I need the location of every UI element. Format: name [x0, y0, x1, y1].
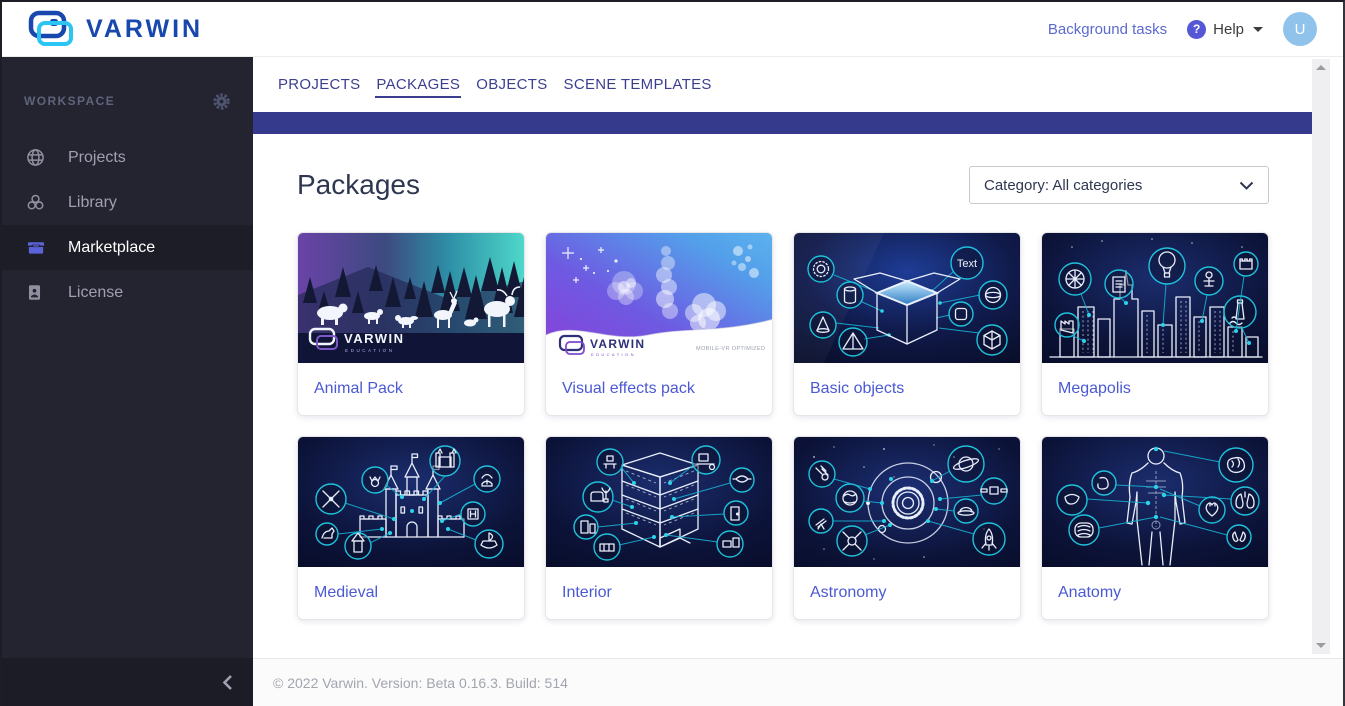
- caret-down-icon: [1253, 27, 1263, 32]
- sidebar-collapse-button[interactable]: [222, 674, 233, 691]
- tab-bar: PROJECTS PACKAGES OBJECTS SCENE TEMPLATE…: [253, 57, 1343, 112]
- tab-packages[interactable]: PACKAGES: [375, 71, 461, 98]
- workspace-label: WORKSPACE: [24, 94, 115, 108]
- tab-objects[interactable]: OBJECTS: [475, 71, 548, 98]
- package-title: Astronomy: [794, 567, 1020, 619]
- package-title: Animal Pack: [298, 363, 524, 415]
- help-label: Help: [1213, 21, 1244, 38]
- library-icon: [26, 193, 46, 212]
- varwin-logo-icon: [28, 10, 74, 48]
- chevron-down-icon: [1239, 181, 1254, 190]
- globe-icon: [26, 148, 46, 167]
- scrollbar[interactable]: [1312, 59, 1330, 654]
- license-icon: [26, 283, 46, 302]
- sidebar-item-projects[interactable]: Projects: [2, 135, 253, 180]
- medieval-illustration: [298, 437, 525, 567]
- card-overlay-text: Text: [957, 258, 977, 270]
- sidebar: WORKSPACE: [2, 57, 253, 706]
- megapolis-illustration: [1042, 233, 1269, 363]
- help-icon: ?: [1187, 20, 1206, 39]
- package-card-animal-pack[interactable]: VARWIN EDUCATION Animal Pack: [297, 232, 525, 416]
- marketplace-icon: [26, 238, 46, 257]
- package-title: Medieval: [298, 567, 524, 619]
- interior-illustration: [546, 437, 773, 567]
- card-overlay-logo: VARWIN: [344, 331, 405, 346]
- sidebar-item-label: Library: [68, 194, 117, 212]
- package-title: Anatomy: [1042, 567, 1268, 619]
- page-title: Packages: [297, 169, 420, 201]
- sidebar-item-label: License: [68, 284, 123, 302]
- package-title: Megapolis: [1042, 363, 1268, 415]
- package-card-anatomy[interactable]: Anatomy: [1041, 436, 1269, 620]
- app-window: VARWIN Background tasks ? Help U WORKSPA…: [2, 2, 1343, 706]
- package-card-astronomy[interactable]: Astronomy: [793, 436, 1021, 620]
- package-grid: VARWIN EDUCATION Animal Pack: [297, 232, 1343, 620]
- sidebar-menu: Projects Library: [2, 135, 253, 315]
- workspace-section-header: WORKSPACE: [2, 83, 253, 119]
- sidebar-item-marketplace[interactable]: Marketplace: [2, 225, 253, 270]
- anatomy-illustration: [1042, 437, 1269, 567]
- animal-pack-illustration: VARWIN EDUCATION: [298, 233, 525, 363]
- astronomy-illustration: [794, 437, 1021, 567]
- card-overlay-badge: MOBILE-VR OPTIMIZED: [696, 346, 765, 352]
- top-header: VARWIN Background tasks ? Help U: [2, 2, 1343, 57]
- logo-text: VARWIN: [86, 15, 203, 44]
- accent-banner: [253, 112, 1313, 134]
- help-menu[interactable]: ? Help: [1187, 20, 1263, 39]
- package-card-basic-objects[interactable]: Text Basic objects: [793, 232, 1021, 416]
- package-card-visual-effects[interactable]: VARWIN EDUCATION MOBILE-VR OPTIMIZED Vis…: [545, 232, 773, 416]
- sidebar-footer: [2, 658, 253, 706]
- card-overlay-logo: VARWIN: [590, 337, 645, 351]
- header-actions: Background tasks ? Help U: [1048, 12, 1317, 46]
- card-overlay-sub: EDUCATION: [345, 348, 395, 353]
- tab-projects[interactable]: PROJECTS: [277, 71, 361, 98]
- category-filter-value: Category: All categories: [984, 177, 1142, 194]
- sidebar-item-label: Marketplace: [68, 239, 155, 257]
- basic-objects-illustration: Text: [794, 233, 1021, 363]
- sidebar-item-label: Projects: [68, 149, 126, 167]
- scroll-up-arrow[interactable]: [1316, 65, 1326, 70]
- footer-copyright: © 2022 Varwin. Version: Beta 0.16.3. Bui…: [273, 675, 568, 691]
- content-area: Packages Category: All categories: [253, 134, 1343, 658]
- user-avatar[interactable]: U: [1283, 12, 1317, 46]
- status-footer: © 2022 Varwin. Version: Beta 0.16.3. Bui…: [253, 658, 1343, 706]
- package-card-megapolis[interactable]: Megapolis: [1041, 232, 1269, 416]
- workspace-settings-gear-icon[interactable]: [212, 92, 231, 111]
- package-card-interior[interactable]: Interior: [545, 436, 773, 620]
- package-title: Basic objects: [794, 363, 1020, 415]
- background-tasks-link[interactable]: Background tasks: [1048, 21, 1167, 38]
- package-title: Interior: [546, 567, 772, 619]
- package-title: Visual effects pack: [546, 363, 772, 415]
- category-filter-select[interactable]: Category: All categories: [969, 166, 1269, 204]
- main-area: PROJECTS PACKAGES OBJECTS SCENE TEMPLATE…: [253, 57, 1343, 706]
- scroll-down-arrow[interactable]: [1316, 643, 1326, 648]
- sidebar-item-license[interactable]: License: [2, 270, 253, 315]
- tab-scene-templates[interactable]: SCENE TEMPLATES: [563, 71, 713, 98]
- varwin-logo: VARWIN: [28, 10, 203, 48]
- sidebar-item-library[interactable]: Library: [2, 180, 253, 225]
- visual-effects-illustration: VARWIN EDUCATION MOBILE-VR OPTIMIZED: [546, 233, 773, 363]
- package-card-medieval[interactable]: Medieval: [297, 436, 525, 620]
- card-overlay-sub: EDUCATION: [591, 352, 636, 357]
